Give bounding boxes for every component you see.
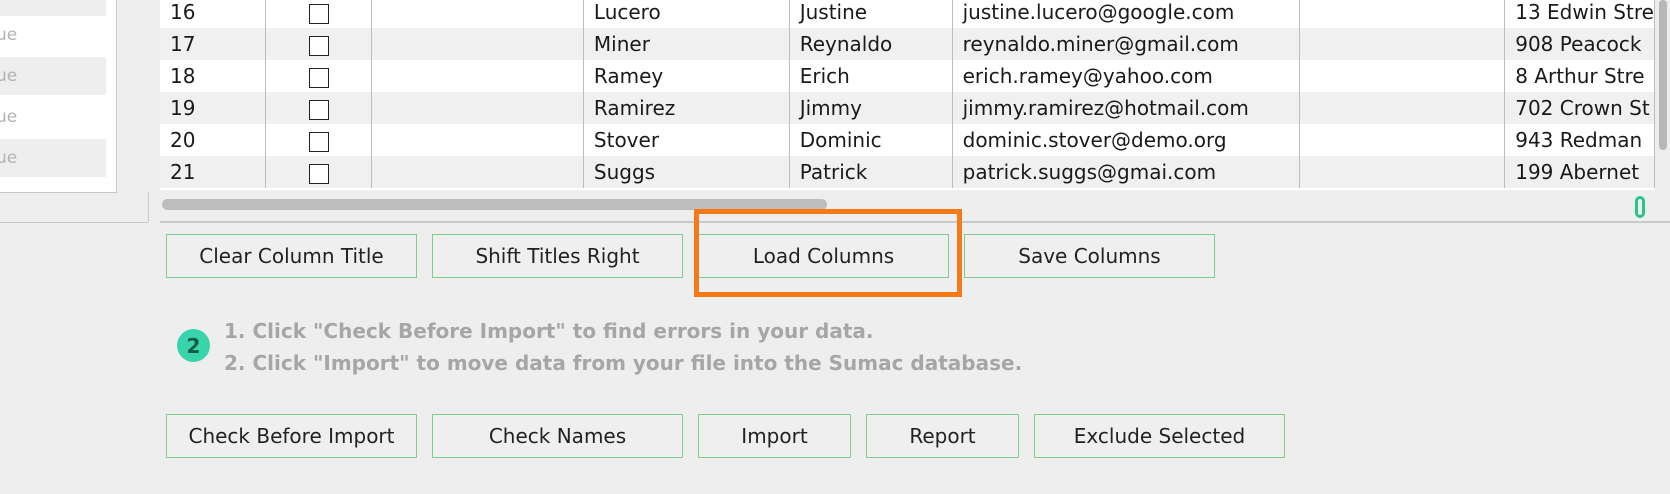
checkbox-icon[interactable] <box>308 99 329 120</box>
sidebar-item-label: ue <box>0 107 18 127</box>
table-row[interactable]: 17 Miner Reynaldo reynaldo.miner@gmail.c… <box>160 28 1655 60</box>
checkbox-icon[interactable] <box>308 131 329 152</box>
address-cell: 908 Peacock <box>1504 28 1655 60</box>
row-checkbox[interactable] <box>265 156 373 188</box>
address-cell: 8 Arthur Stre <box>1504 60 1655 92</box>
first-name-cell: Reynaldo <box>789 28 953 60</box>
empty-cell <box>371 60 584 92</box>
load-columns-button[interactable]: Load Columns <box>698 234 949 278</box>
table-row[interactable]: 21 Suggs Patrick patrick.suggs@gmai.com … <box>160 156 1655 188</box>
last-name-cell: Suggs <box>583 156 790 188</box>
check-names-button[interactable]: Check Names <box>432 414 683 458</box>
last-name-cell: Stover <box>583 124 790 156</box>
divider <box>160 221 1670 223</box>
row-checkbox[interactable] <box>265 124 373 156</box>
table-row[interactable]: 19 Ramirez Jimmy jimmy.ramirez@hotmail.c… <box>160 92 1655 124</box>
email-cell: justine.lucero@google.com <box>952 0 1300 28</box>
address-cell: 943 Redman <box>1504 124 1655 156</box>
empty-cell <box>1299 92 1506 124</box>
sidebar-item[interactable]: ue <box>0 139 106 177</box>
sidebar-item[interactable]: ue <box>0 98 106 136</box>
row-number: 20 <box>160 124 267 156</box>
sidebar-scroll-area[interactable] <box>0 192 149 222</box>
first-name-cell: Justine <box>789 0 953 28</box>
sidebar-item[interactable] <box>0 0 106 16</box>
instruction-line-2: 2. Click "Import" to move data from your… <box>224 351 1023 375</box>
empty-cell <box>1299 124 1506 156</box>
checkbox-icon[interactable] <box>308 35 329 56</box>
row-number: 18 <box>160 60 267 92</box>
empty-cell <box>1299 156 1506 188</box>
instruction-line-1: 1. Click "Check Before Import" to find e… <box>224 319 874 343</box>
row-number: 16 <box>160 0 267 28</box>
sidebar-item[interactable]: ue <box>0 16 106 54</box>
address-cell: 702 Crown St <box>1504 92 1655 124</box>
table-row[interactable]: 20 Stover Dominic dominic.stover@demo.or… <box>160 124 1655 156</box>
empty-cell <box>371 156 584 188</box>
email-cell: reynaldo.miner@gmail.com <box>952 28 1300 60</box>
first-name-cell: Dominic <box>789 124 953 156</box>
check-before-import-button[interactable]: Check Before Import <box>166 414 417 458</box>
email-cell: dominic.stover@demo.org <box>952 124 1300 156</box>
last-name-cell: Miner <box>583 28 790 60</box>
checkbox-icon[interactable] <box>308 163 329 184</box>
row-number: 21 <box>160 156 267 188</box>
first-name-cell: Patrick <box>789 156 953 188</box>
table-row[interactable]: 18 Ramey Erich erich.ramey@yahoo.com 8 A… <box>160 60 1655 92</box>
last-name-cell: Ramirez <box>583 92 790 124</box>
sidebar-list: ue ue ue ue <box>0 0 117 193</box>
save-columns-button[interactable]: Save Columns <box>964 234 1215 278</box>
first-name-cell: Jimmy <box>789 92 953 124</box>
last-name-cell: Ramey <box>583 60 790 92</box>
empty-cell <box>371 28 584 60</box>
row-checkbox[interactable] <box>265 28 373 60</box>
horizontal-scrollbar-thumb[interactable] <box>162 199 827 210</box>
row-number: 19 <box>160 92 267 124</box>
checkbox-icon[interactable] <box>308 67 329 88</box>
sidebar-item-label: ue <box>0 148 18 168</box>
status-indicator-icon <box>1635 196 1645 218</box>
import-button[interactable]: Import <box>698 414 851 458</box>
empty-cell <box>371 0 584 28</box>
sidebar-item-label: ue <box>0 66 18 86</box>
first-name-cell: Erich <box>789 60 953 92</box>
exclude-selected-button[interactable]: Exclude Selected <box>1034 414 1285 458</box>
sidebar-item-label: ue <box>0 25 18 45</box>
row-checkbox[interactable] <box>265 0 373 28</box>
address-cell: 199 Abernet <box>1504 156 1655 188</box>
email-cell: jimmy.ramirez@hotmail.com <box>952 92 1300 124</box>
row-number: 17 <box>160 28 267 60</box>
sidebar-item[interactable]: ue <box>0 57 106 95</box>
table-row[interactable]: 16 Lucero Justine justine.lucero@google.… <box>160 0 1655 28</box>
row-checkbox[interactable] <box>265 92 373 124</box>
empty-cell <box>1299 28 1506 60</box>
step-number-badge: 2 <box>177 329 210 362</box>
row-checkbox[interactable] <box>265 60 373 92</box>
empty-cell <box>371 124 584 156</box>
empty-cell <box>1299 60 1506 92</box>
vertical-scrollbar-thumb[interactable] <box>1659 0 1667 150</box>
shift-titles-right-button[interactable]: Shift Titles Right <box>432 234 683 278</box>
address-cell: 13 Edwin Stre <box>1504 0 1655 28</box>
clear-column-title-button[interactable]: Clear Column Title <box>166 234 417 278</box>
last-name-cell: Lucero <box>583 0 790 28</box>
email-cell: erich.ramey@yahoo.com <box>952 60 1300 92</box>
data-table: 16 Lucero Justine justine.lucero@google.… <box>160 0 1655 190</box>
empty-cell <box>1299 0 1506 28</box>
report-button[interactable]: Report <box>866 414 1019 458</box>
divider <box>0 222 148 223</box>
checkbox-icon[interactable] <box>308 3 329 24</box>
email-cell: patrick.suggs@gmai.com <box>952 156 1300 188</box>
empty-cell <box>371 92 584 124</box>
